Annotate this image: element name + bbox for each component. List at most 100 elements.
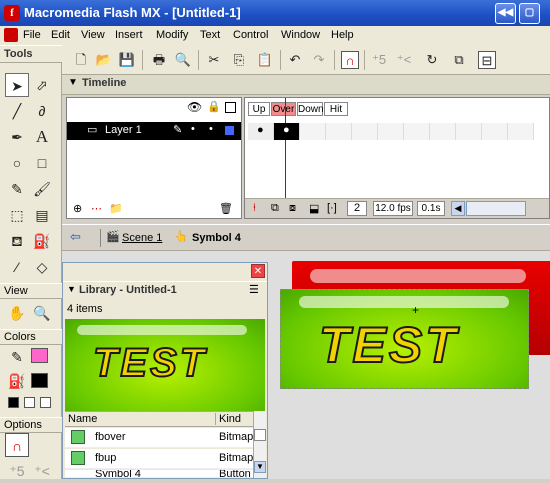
eraser-tool-icon[interactable]: ◇: [30, 255, 54, 279]
smooth-icon[interactable]: ⁺5: [370, 51, 388, 69]
center-frame-icon[interactable]: ⍿: [253, 202, 256, 215]
edit-multiple-icon[interactable]: ⬓: [309, 202, 319, 215]
swap-colors-icon[interactable]: [40, 397, 51, 408]
subselect-tool-icon[interactable]: ⬀: [30, 73, 54, 97]
smooth-option-icon[interactable]: ⁺5: [5, 459, 29, 483]
print-preview-icon[interactable]: 🔍: [174, 51, 192, 69]
add-guide-layer-icon[interactable]: ⋯: [91, 202, 102, 215]
cut-icon[interactable]: ✂: [205, 51, 223, 69]
ink-bottle-tool-icon[interactable]: ⛾: [5, 229, 29, 253]
vertical-scrollbar[interactable]: ▼: [253, 411, 266, 478]
visible-dot[interactable]: •: [191, 123, 195, 135]
close-icon[interactable]: ✕: [251, 264, 265, 278]
print-icon[interactable]: 🖶: [150, 51, 168, 69]
frame-cell[interactable]: [456, 123, 482, 140]
straighten-option-icon[interactable]: ⁺<: [30, 459, 54, 483]
menu-modify[interactable]: Modify: [156, 29, 188, 41]
playhead[interactable]: [285, 98, 286, 208]
eyedropper-tool-icon[interactable]: ⁄: [5, 255, 29, 279]
list-item[interactable]: Symbol 4 Button: [65, 470, 253, 478]
outline-icon[interactable]: [225, 102, 236, 113]
frame-cell[interactable]: [300, 123, 326, 140]
fill-transform-tool-icon[interactable]: ▤: [30, 203, 54, 227]
onion-markers-icon[interactable]: [·]: [327, 202, 337, 214]
text-tool-icon[interactable]: A: [30, 125, 54, 149]
oval-tool-icon[interactable]: ○: [5, 151, 29, 175]
pen-tool-icon[interactable]: ✒: [5, 125, 29, 149]
library-header[interactable]: ▼ Library - Untitled-1 ☰: [63, 281, 267, 299]
keyframe-2[interactable]: ●: [274, 123, 300, 140]
back-arrow-icon[interactable]: ⇦: [70, 229, 81, 245]
onion-skin-icon[interactable]: ⧉: [271, 202, 279, 215]
green-button-shape[interactable]: TEST +: [280, 289, 529, 389]
brush-tool-icon[interactable]: 🖌: [30, 177, 54, 201]
minimize-button[interactable]: ◀◀: [495, 3, 516, 24]
snap-magnet-icon[interactable]: ∩: [341, 51, 359, 69]
snap-option-icon[interactable]: ∩: [5, 433, 29, 457]
tools-header[interactable]: Tools: [0, 45, 62, 63]
column-kind[interactable]: Kind: [215, 413, 241, 425]
arrow-tool-icon[interactable]: ➤: [5, 73, 29, 97]
document-icon[interactable]: [4, 28, 18, 42]
stroke-color-swatch[interactable]: [31, 348, 48, 363]
paint-bucket-tool-icon[interactable]: ⛽: [30, 229, 54, 253]
lock-icon[interactable]: 🔒: [207, 100, 221, 113]
paste-icon[interactable]: 📋: [256, 51, 274, 69]
scroll-thumb[interactable]: [254, 429, 266, 441]
frame-cell[interactable]: [352, 123, 378, 140]
menu-view[interactable]: View: [81, 29, 105, 41]
new-file-icon[interactable]: 🗋: [72, 51, 90, 69]
frame-label-hit[interactable]: Hit: [324, 102, 348, 116]
hand-tool-icon[interactable]: ✋: [5, 301, 29, 325]
collapse-arrow-icon[interactable]: ▼: [67, 284, 76, 294]
lasso-tool-icon[interactable]: ∂: [30, 99, 54, 123]
copy-icon[interactable]: ⎘: [230, 51, 248, 69]
list-item[interactable]: fbover Bitmap: [65, 428, 253, 448]
frame-cell[interactable]: [378, 123, 404, 140]
menu-window[interactable]: Window: [281, 29, 320, 41]
free-transform-tool-icon[interactable]: ⬚: [5, 203, 29, 227]
frame-cell[interactable]: [430, 123, 456, 140]
frame-cell[interactable]: [326, 123, 352, 140]
undo-icon[interactable]: ↶: [286, 51, 304, 69]
pencil-tool-icon[interactable]: ✎: [5, 177, 29, 201]
menu-insert[interactable]: Insert: [115, 29, 143, 41]
rotate-icon[interactable]: ↻: [423, 51, 441, 69]
frame-label-down[interactable]: Down: [297, 102, 324, 116]
layer-color-box[interactable]: [225, 126, 234, 135]
no-color-icon[interactable]: [24, 397, 35, 408]
save-icon[interactable]: 💾: [118, 51, 136, 69]
menu-control[interactable]: Control: [233, 29, 268, 41]
add-folder-icon[interactable]: 📁: [109, 202, 123, 215]
add-layer-icon[interactable]: ⊕: [73, 202, 82, 215]
scene-link[interactable]: Scene 1: [122, 232, 162, 244]
frame-label-up[interactable]: Up: [248, 102, 270, 116]
scale-icon[interactable]: ⧉: [450, 51, 468, 69]
frame-cell[interactable]: [508, 123, 534, 140]
scroll-left-button[interactable]: ◀: [451, 201, 465, 216]
onion-outline-icon[interactable]: ⧇: [289, 202, 296, 215]
zoom-tool-icon[interactable]: 🔍: [30, 301, 54, 325]
flash-app-icon[interactable]: f: [4, 5, 20, 21]
menu-file[interactable]: File: [23, 29, 41, 41]
scroll-down-button[interactable]: ▼: [254, 461, 266, 473]
rectangle-tool-icon[interactable]: □: [30, 151, 54, 175]
line-tool-icon[interactable]: ╱: [5, 99, 29, 123]
horizontal-scrollbar[interactable]: [466, 201, 526, 216]
lock-dot[interactable]: •: [209, 123, 213, 135]
layer-row[interactable]: ▭ Layer 1 ✎ • •: [67, 122, 241, 140]
frame-cell[interactable]: [404, 123, 430, 140]
options-menu-icon[interactable]: ☰: [249, 283, 259, 296]
fill-color-swatch[interactable]: [31, 373, 48, 388]
column-name[interactable]: Name: [68, 413, 97, 425]
open-folder-icon[interactable]: 📂: [95, 51, 113, 69]
restore-button[interactable]: ▢: [519, 3, 540, 24]
menu-edit[interactable]: Edit: [51, 29, 70, 41]
frame-label-over[interactable]: Over: [271, 102, 296, 116]
straighten-icon[interactable]: ⁺<: [395, 51, 413, 69]
eye-icon[interactable]: 👁: [187, 100, 202, 114]
menu-help[interactable]: Help: [331, 29, 354, 41]
frame-cell[interactable]: [482, 123, 508, 140]
collapse-arrow-icon[interactable]: ▼: [68, 77, 78, 88]
timeline-header[interactable]: ▼ Timeline: [62, 75, 550, 95]
